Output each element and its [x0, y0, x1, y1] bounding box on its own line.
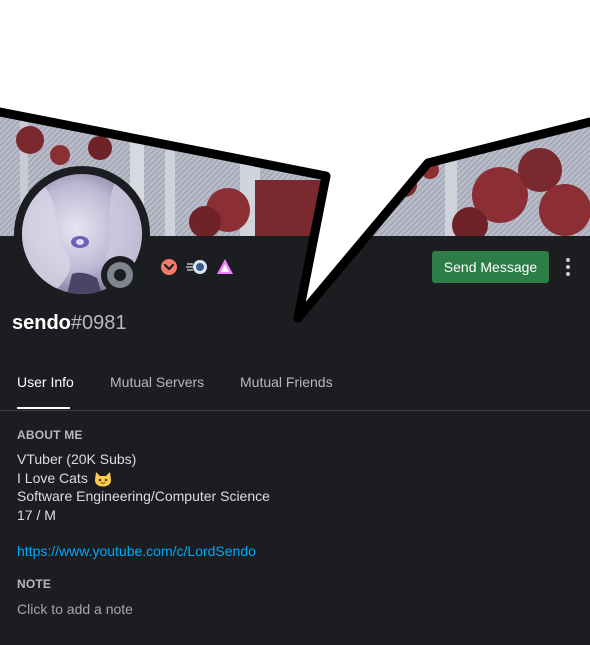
username-discriminator: #0981 [70, 312, 127, 334]
about-line: VTuber (20K Subs) [17, 451, 137, 467]
cat-emoji-icon [94, 471, 111, 487]
dot [566, 258, 570, 262]
tab-mutual-servers[interactable]: Mutual Servers [110, 370, 204, 410]
active-tab-indicator [17, 407, 70, 409]
tab-mutual-friends[interactable]: Mutual Friends [240, 370, 333, 410]
tab-user-info[interactable]: User Info [17, 370, 74, 410]
note-input[interactable]: Click to add a note [17, 601, 133, 617]
nitro-boost-badge-icon[interactable] [160, 258, 178, 276]
profile-popout: Send Message sendo#0981 User Info Mutual… [0, 0, 590, 645]
note-title: NOTE [17, 577, 52, 591]
profile-badges [160, 258, 234, 276]
status-indicator [101, 256, 139, 294]
username: sendo#0981 [12, 310, 127, 336]
about-line: Software Engineering/Computer Science [17, 488, 270, 504]
about-line: 17 / M [17, 506, 56, 523]
about-line: I Love Cats [17, 469, 270, 488]
send-message-button[interactable]: Send Message [432, 251, 549, 283]
offline-status-icon [107, 262, 133, 288]
dot [566, 272, 570, 276]
more-options-icon[interactable] [558, 254, 578, 280]
hypesquad-brilliance-icon[interactable] [216, 258, 234, 276]
about-line-text: I Love Cats [17, 469, 88, 486]
username-name: sendo [12, 312, 71, 334]
about-me-title: ABOUT ME [17, 428, 83, 442]
tabs-divider [0, 410, 590, 411]
youtube-link[interactable]: https://www.youtube.com/c/LordSendo [17, 543, 256, 559]
dot [566, 265, 570, 269]
hypesquad-speed-icon[interactable] [186, 258, 208, 276]
about-me-text: VTuber (20K Subs) I Love Cats Software E… [17, 450, 270, 524]
